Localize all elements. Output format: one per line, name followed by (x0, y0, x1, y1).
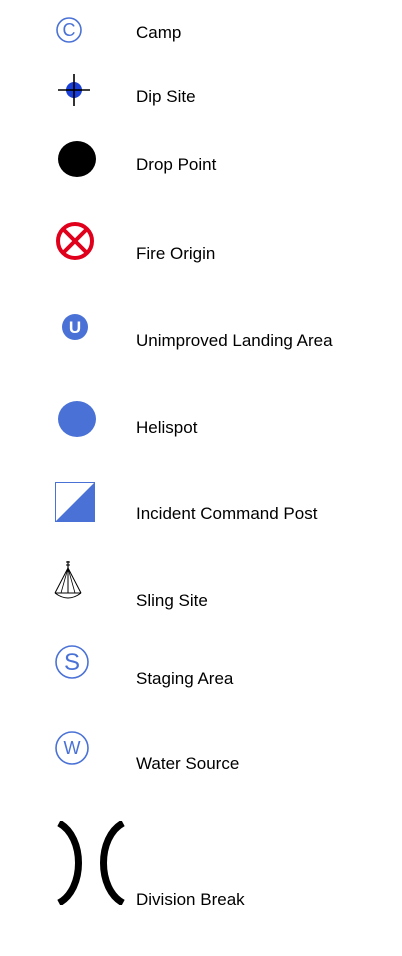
sling-site-icon (54, 561, 82, 599)
map-legend: C Camp Dip Site Drop Point Fire Origin U… (0, 0, 402, 956)
legend-item-unimproved-landing-area: U Unimproved Landing Area (0, 314, 402, 350)
legend-label-sling-site: Sling Site (136, 591, 208, 610)
legend-item-water-source: W Water Source (0, 731, 402, 773)
legend-item-helispot: Helispot (0, 401, 402, 437)
incident-command-post-icon (55, 482, 95, 522)
legend-label-unimproved-landing-area: Unimproved Landing Area (136, 331, 333, 350)
water-source-icon-letter: W (64, 738, 81, 758)
legend-label-dip-site: Dip Site (136, 87, 196, 106)
legend-item-sling-site: Sling Site (0, 561, 402, 610)
legend-item-camp: C Camp (0, 17, 402, 43)
camp-icon-letter: C (63, 20, 76, 40)
legend-label-water-source: Water Source (136, 754, 240, 773)
legend-item-fire-origin: Fire Origin (0, 222, 402, 263)
legend-label-incident-command-post: Incident Command Post (136, 504, 318, 523)
legend-label-camp: Camp (136, 23, 182, 42)
staging-area-icon: S (55, 645, 89, 679)
legend-label-fire-origin: Fire Origin (136, 244, 216, 263)
fire-origin-icon (56, 222, 94, 260)
camp-icon: C (56, 17, 82, 43)
legend-label-drop-point: Drop Point (136, 155, 217, 174)
legend-label-helispot: Helispot (136, 418, 198, 437)
dip-site-icon (58, 74, 90, 106)
legend-label-division-break: Division Break (136, 890, 245, 909)
unimproved-landing-area-icon: U (62, 314, 88, 340)
legend-label-staging-area: Staging Area (136, 669, 234, 688)
staging-area-icon-letter: S (64, 649, 80, 676)
legend-item-dip-site: Dip Site (0, 74, 402, 106)
legend-item-incident-command-post: Incident Command Post (0, 482, 402, 523)
division-break-icon (57, 821, 125, 905)
legend-item-staging-area: S Staging Area (0, 645, 402, 688)
drop-point-icon (58, 141, 96, 177)
legend-item-division-break: Division Break (0, 821, 402, 909)
water-source-icon: W (55, 731, 89, 765)
helispot-icon (58, 401, 96, 437)
unimproved-landing-area-icon-letter: U (69, 318, 81, 337)
legend-item-drop-point: Drop Point (0, 141, 402, 177)
